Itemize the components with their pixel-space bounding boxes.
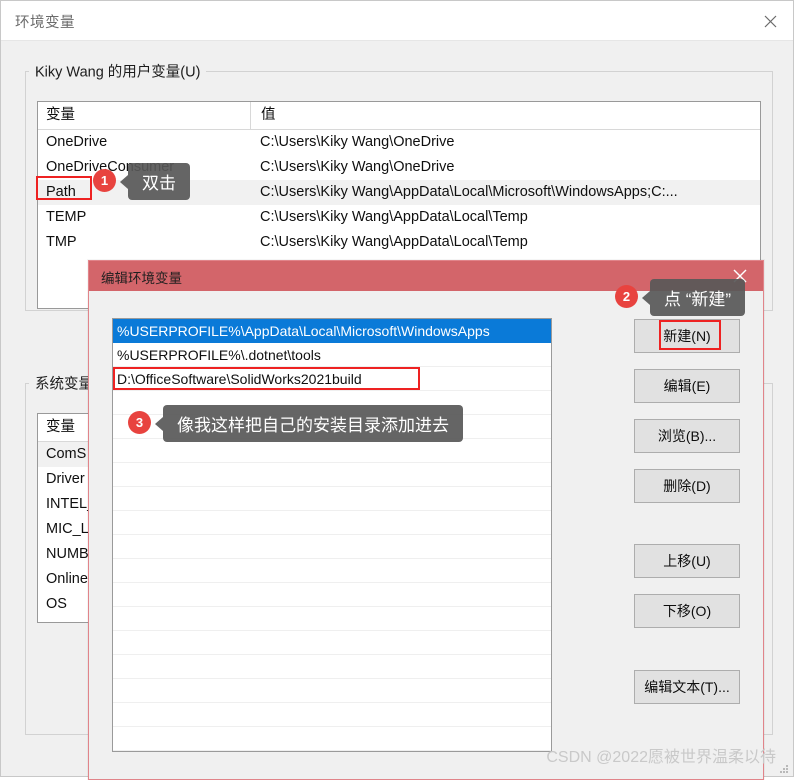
user-variables-label: Kiky Wang 的用户变量(U) (29, 60, 207, 82)
annotation-tooltip-1: 双击 (120, 163, 190, 200)
list-item[interactable] (113, 535, 551, 559)
variable-name: OneDrive (46, 134, 108, 150)
variable-value: C:\Users\Kiky Wang\OneDrive (260, 134, 455, 150)
list-item[interactable] (113, 631, 551, 655)
list-item[interactable] (113, 487, 551, 511)
close-icon[interactable] (747, 1, 793, 41)
column-header-variable: 变量 (46, 107, 75, 123)
annotation-badge-1: 1 (93, 169, 116, 192)
list-item[interactable] (113, 679, 551, 703)
variable-value: C:\Users\Kiky Wang\AppData\Local\Temp (260, 234, 528, 250)
move-down-button[interactable]: 下移(O) (634, 594, 740, 628)
table-header-row: 变量 值 (38, 102, 760, 130)
new-button[interactable]: 新建(N) (634, 319, 740, 353)
list-item[interactable] (113, 655, 551, 679)
variable-value: C:\Users\Kiky Wang\OneDrive (260, 159, 455, 175)
list-item-label: D:\OfficeSoftware\SolidWorks2021build (117, 371, 362, 387)
annotation-tooltip-3: 像我这样把自己的安装目录添加进去 (155, 405, 463, 442)
list-item[interactable] (113, 511, 551, 535)
delete-button[interactable]: 删除(D) (634, 469, 740, 503)
browse-button[interactable]: 浏览(B)... (634, 419, 740, 453)
table-row[interactable]: OneDrive C:\Users\Kiky Wang\OneDrive (38, 130, 760, 155)
annotation-badge-3: 3 (128, 411, 151, 434)
list-item[interactable] (113, 439, 551, 463)
annotation-tooltip-2: 点 “新建” (641, 279, 746, 316)
variable-value: C:\Users\Kiky Wang\AppData\Local\Microso… (260, 184, 678, 200)
list-item-new-entry[interactable]: D:\OfficeSoftware\SolidWorks2021build (113, 367, 551, 391)
variable-name: TEMP (46, 209, 87, 225)
move-up-button[interactable]: 上移(U) (634, 544, 740, 578)
variable-value: C:\Users\Kiky Wang\AppData\Local\Temp (260, 209, 528, 225)
list-item[interactable] (113, 607, 551, 631)
table-row[interactable]: TMP C:\Users\Kiky Wang\AppData\Local\Tem… (38, 230, 760, 255)
watermark-text: CSDN @2022愿被世界温柔以待 (546, 749, 776, 766)
resize-grip[interactable] (780, 765, 788, 773)
edit-dialog-title: 编辑环境变量 (101, 271, 182, 286)
page-title: 环境变量 (15, 15, 75, 31)
list-item[interactable] (113, 583, 551, 607)
edit-environment-variable-dialog: 编辑环境变量 %USERPROFILE%\AppData\Local\Micro… (88, 260, 764, 780)
path-entries-list[interactable]: %USERPROFILE%\AppData\Local\Microsoft\Wi… (112, 318, 552, 752)
edit-button[interactable]: 编辑(E) (634, 369, 740, 403)
list-item[interactable] (113, 703, 551, 727)
list-item[interactable] (113, 463, 551, 487)
list-item[interactable] (113, 727, 551, 751)
list-item[interactable]: %USERPROFILE%\AppData\Local\Microsoft\Wi… (113, 319, 551, 343)
annotation-badge-2: 2 (615, 285, 638, 308)
column-header-value: 值 (250, 102, 756, 129)
outer-titlebar: 环境变量 (1, 1, 793, 41)
variable-name: TMP (46, 234, 77, 250)
table-row[interactable]: TEMP C:\Users\Kiky Wang\AppData\Local\Te… (38, 205, 760, 230)
edit-dialog-body: %USERPROFILE%\AppData\Local\Microsoft\Wi… (89, 291, 763, 779)
list-item[interactable] (113, 559, 551, 583)
edit-text-button[interactable]: 编辑文本(T)... (634, 670, 740, 704)
list-item[interactable]: %USERPROFILE%\.dotnet\tools (113, 343, 551, 367)
